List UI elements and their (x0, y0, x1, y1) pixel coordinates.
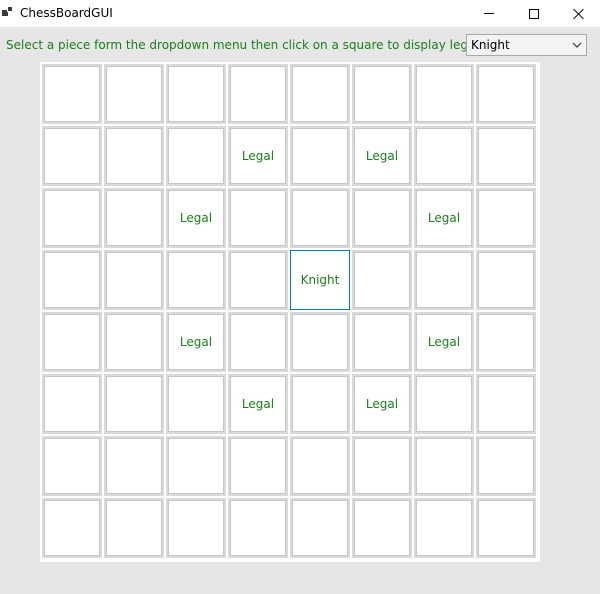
chevron-down-icon[interactable] (568, 35, 586, 55)
board-square[interactable] (104, 64, 164, 124)
board-square[interactable] (414, 250, 474, 310)
close-button[interactable] (556, 0, 600, 27)
board-square[interactable] (104, 312, 164, 372)
board-square[interactable] (290, 374, 350, 434)
board-square[interactable] (166, 250, 226, 310)
board-square[interactable] (414, 436, 474, 496)
chess-board: Legal Legal Legal Legal Knight Legal Legal Lega… (40, 62, 540, 562)
board-square[interactable] (352, 188, 412, 248)
board-square[interactable] (290, 126, 350, 186)
board-square[interactable] (476, 374, 536, 434)
board-square[interactable] (42, 64, 102, 124)
maximize-button[interactable] (511, 0, 557, 27)
board-square[interactable] (42, 498, 102, 558)
board-square[interactable] (352, 250, 412, 310)
board-square[interactable] (414, 498, 474, 558)
board-square[interactable]: Legal (166, 312, 226, 372)
board-square[interactable] (414, 374, 474, 434)
board-square[interactable] (352, 64, 412, 124)
board-square[interactable]: Legal (352, 126, 412, 186)
board-square[interactable] (352, 312, 412, 372)
board-square[interactable] (42, 250, 102, 310)
board-square[interactable]: Legal (414, 312, 474, 372)
board-square[interactable] (166, 64, 226, 124)
board-square[interactable] (476, 188, 536, 248)
board-square[interactable] (228, 436, 288, 496)
board-square[interactable] (290, 498, 350, 558)
board-square[interactable]: Legal (166, 188, 226, 248)
minimize-icon (484, 13, 494, 14)
board-square[interactable]: Legal (414, 188, 474, 248)
board-square[interactable] (42, 436, 102, 496)
board-square[interactable] (166, 126, 226, 186)
board-square[interactable] (414, 126, 474, 186)
board-square[interactable] (166, 498, 226, 558)
board-square[interactable] (290, 312, 350, 372)
board-square[interactable] (104, 250, 164, 310)
close-icon (573, 8, 585, 20)
board-square[interactable] (228, 250, 288, 310)
board-square[interactable] (228, 498, 288, 558)
board-square[interactable] (476, 126, 536, 186)
board-square[interactable]: Legal (352, 374, 412, 434)
board-square[interactable] (42, 126, 102, 186)
window-title: ChessBoardGUI (20, 6, 113, 20)
board-square[interactable] (290, 188, 350, 248)
board-square[interactable] (476, 64, 536, 124)
app-window: ChessBoardGUI Select a piece form the dr… (0, 0, 600, 594)
board-square[interactable] (104, 436, 164, 496)
board-square[interactable] (228, 312, 288, 372)
board-square[interactable] (104, 498, 164, 558)
board-square[interactable] (476, 498, 536, 558)
board-square[interactable] (290, 436, 350, 496)
board-square[interactable] (476, 312, 536, 372)
board-square[interactable] (104, 126, 164, 186)
board-square[interactable]: Knight (290, 250, 350, 310)
board-square[interactable] (42, 312, 102, 372)
board-square[interactable] (166, 436, 226, 496)
board-square[interactable] (166, 374, 226, 434)
board-square[interactable] (42, 188, 102, 248)
board-square[interactable]: Legal (228, 374, 288, 434)
board-square[interactable] (414, 64, 474, 124)
board-square[interactable] (476, 436, 536, 496)
board-square[interactable] (476, 250, 536, 310)
app-icon (2, 6, 13, 18)
maximize-icon (529, 8, 539, 19)
board-square[interactable] (104, 188, 164, 248)
piece-dropdown-value: Knight (471, 38, 510, 52)
board-square[interactable] (352, 436, 412, 496)
board-square[interactable] (352, 498, 412, 558)
board-square[interactable]: Legal (228, 126, 288, 186)
title-bar[interactable]: ChessBoardGUI (0, 0, 600, 27)
piece-dropdown[interactable]: Knight (466, 34, 587, 56)
board-square[interactable] (290, 64, 350, 124)
board-square[interactable] (228, 188, 288, 248)
board-square[interactable] (228, 64, 288, 124)
board-square[interactable] (104, 374, 164, 434)
minimize-button[interactable] (466, 0, 512, 27)
instruction-label: Select a piece form the dropdown menu th… (6, 38, 523, 52)
board-square[interactable] (42, 374, 102, 434)
